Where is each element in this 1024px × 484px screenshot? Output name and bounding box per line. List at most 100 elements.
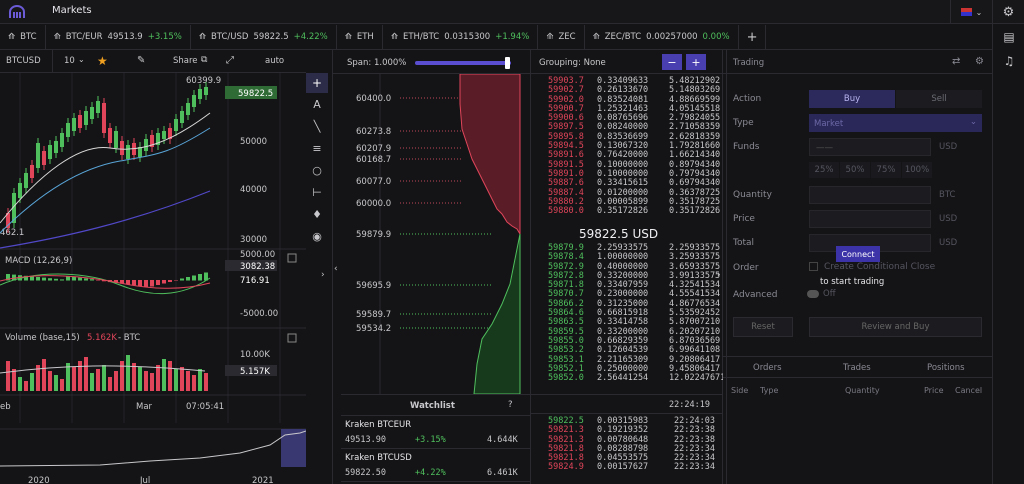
star-icon[interactable]: ★ [97, 54, 108, 68]
depth-price-label: 59534.2 [356, 324, 391, 334]
watchlist-price: 59822.50 [345, 468, 386, 478]
line-tool-icon[interactable]: ╲ [306, 115, 328, 137]
magnet-tool-icon[interactable]: ♦ [306, 203, 328, 225]
pct-75-button[interactable]: 75% [871, 162, 901, 178]
ticker-item[interactable]: ⟰ BTC/USD 59822.5 +4.22% [191, 24, 337, 50]
pct-50-button[interactable]: 50% [840, 162, 870, 178]
price-chart[interactable]: 60399.959822.5500004000030000462.1MACD (… [0, 73, 306, 484]
trade-time: 22:23:34 [674, 462, 715, 473]
price-axis-label: 50000 [240, 137, 267, 147]
review-buy-button[interactable]: Review and Buy [809, 317, 982, 337]
kraken-logo-icon[interactable] [8, 5, 26, 19]
ask-row[interactable]: 59880.0 0.35172826 0.35172826 [531, 206, 723, 216]
pencil-icon[interactable]: ✎ [137, 55, 145, 66]
candle [78, 115, 82, 128]
reset-button[interactable]: Reset [733, 317, 793, 337]
chevron-left-icon[interactable]: ‹ [334, 264, 338, 274]
volume-bar [108, 377, 112, 391]
sell-toggle[interactable]: Sell [896, 90, 982, 108]
crosshair-tool-icon[interactable]: + [306, 73, 328, 93]
connect-button[interactable]: Connect [836, 246, 880, 262]
notes-icon[interactable]: ▤ [993, 28, 1024, 46]
chevron-right-icon[interactable]: › [321, 270, 325, 280]
candle [66, 123, 70, 137]
grouping-value[interactable]: None [584, 58, 606, 68]
chevron-right-icon[interactable]: › [717, 270, 721, 280]
fullscreen-icon[interactable]: ⤢ [226, 55, 234, 66]
increase-grouping-button[interactable]: + [686, 54, 706, 70]
order-type-select[interactable]: Market ⌄ [809, 114, 982, 132]
price-input[interactable] [809, 210, 931, 228]
macd-bar [96, 280, 100, 281]
depth-chart[interactable]: 60400.0 60273.8 60207.960168.7 60077.0 60000… [342, 74, 522, 394]
navigator-line [0, 430, 306, 467]
decrease-grouping-button[interactable]: − [662, 54, 682, 70]
settings-gear-icon[interactable]: ⚙ [975, 56, 984, 67]
symbol-selector[interactable]: BTCUSD [6, 56, 41, 66]
settings-gear-icon[interactable]: ⚙ [992, 0, 1024, 24]
asset-icon: ⟰ [344, 32, 352, 42]
language-selector[interactable]: ⌄ [950, 0, 992, 24]
conditional-close-checkbox[interactable] [809, 262, 818, 271]
measure-tool-icon[interactable]: ⊢ [306, 181, 328, 203]
macd-bar [48, 278, 52, 281]
help-icon[interactable]: ? [508, 400, 513, 410]
tab-orders[interactable]: Orders [753, 363, 782, 373]
ticker-item[interactable]: ⟰ ETH/BTC 0.0315300 +1.94% [383, 24, 539, 50]
span-slider[interactable] [415, 61, 511, 65]
funds-input[interactable]: —— [809, 138, 931, 156]
buy-toggle[interactable]: Buy [809, 90, 895, 108]
macd-bar [78, 277, 82, 281]
watchlist-item[interactable]: Kraken BTCUSD 59822.50 +4.22% 6.461K [341, 450, 531, 482]
bid-row[interactable]: 59852.0 2.56441254 12.02247671 [531, 373, 725, 383]
ticker-price: 49513.9 [107, 32, 143, 42]
advanced-toggle[interactable] [807, 290, 819, 298]
ticker-group-eth[interactable]: ⟰ ETH [337, 24, 383, 50]
volume-bar [174, 369, 178, 391]
candle [186, 103, 190, 115]
candle [90, 107, 94, 119]
chart-panel: BTCUSD 10 ⌄ ★ ✎ Share ⧉ ⤢ auto + A ╲ ≡ ○… [0, 50, 333, 484]
volume-bar [6, 361, 10, 391]
ticker-group-btc[interactable]: ⟰ BTC [0, 24, 46, 50]
volume-bar [186, 371, 190, 391]
share-button[interactable]: Share [173, 56, 198, 66]
tab-trades[interactable]: Trades [843, 363, 871, 373]
volume-axis: 10.00K [240, 350, 270, 360]
close-icon [287, 333, 297, 343]
auto-scale-button[interactable]: auto [265, 56, 284, 66]
span-slider-handle[interactable] [505, 57, 510, 69]
candle [120, 141, 124, 155]
macd-label: MACD (12,26,9) [5, 256, 72, 266]
asset-icon: ⟰ [390, 32, 398, 42]
pct-100-button[interactable]: 100% [902, 162, 932, 178]
macd-bar [72, 276, 76, 281]
macd-bar [192, 275, 196, 281]
text-tool-icon[interactable]: A [306, 93, 328, 115]
ticker-group-zec[interactable]: ⟰ ZEC [538, 24, 585, 50]
add-tab-button[interactable]: + [739, 24, 767, 50]
quantity-input[interactable] [809, 186, 931, 204]
candle [84, 111, 88, 125]
quantity-label: Quantity [733, 190, 772, 200]
eye-icon[interactable]: ◉ [306, 225, 328, 247]
volume-bar [72, 367, 76, 391]
tab-positions[interactable]: Positions [927, 363, 965, 373]
swap-icon[interactable]: ⇄ [952, 56, 960, 67]
watchlist-item[interactable]: Kraken BTCEUR 49513.90 +3.15% 4.644K [341, 417, 531, 449]
ticker-item[interactable]: ⟰ ZEC/BTC 0.00257000 0.00% [585, 24, 739, 50]
col-quantity: Quantity [845, 386, 880, 395]
macd-bar [144, 280, 148, 287]
pct-25-button[interactable]: 25% [809, 162, 839, 178]
macd-bar [84, 278, 88, 281]
circle-tool-icon[interactable]: ○ [306, 159, 328, 181]
candle [36, 143, 40, 168]
bell-icon[interactable]: ♫ [993, 52, 1024, 70]
ticker-change: +3.15% [147, 32, 182, 42]
volume-value: 5.162K [87, 333, 117, 343]
ticker-item[interactable]: ⟰ BTC/EUR 49513.9 +3.15% [46, 24, 191, 50]
volume-bar [204, 373, 208, 391]
fib-tool-icon[interactable]: ≡ [306, 137, 328, 159]
divider [531, 394, 723, 395]
interval-selector[interactable]: 10 [64, 56, 75, 66]
